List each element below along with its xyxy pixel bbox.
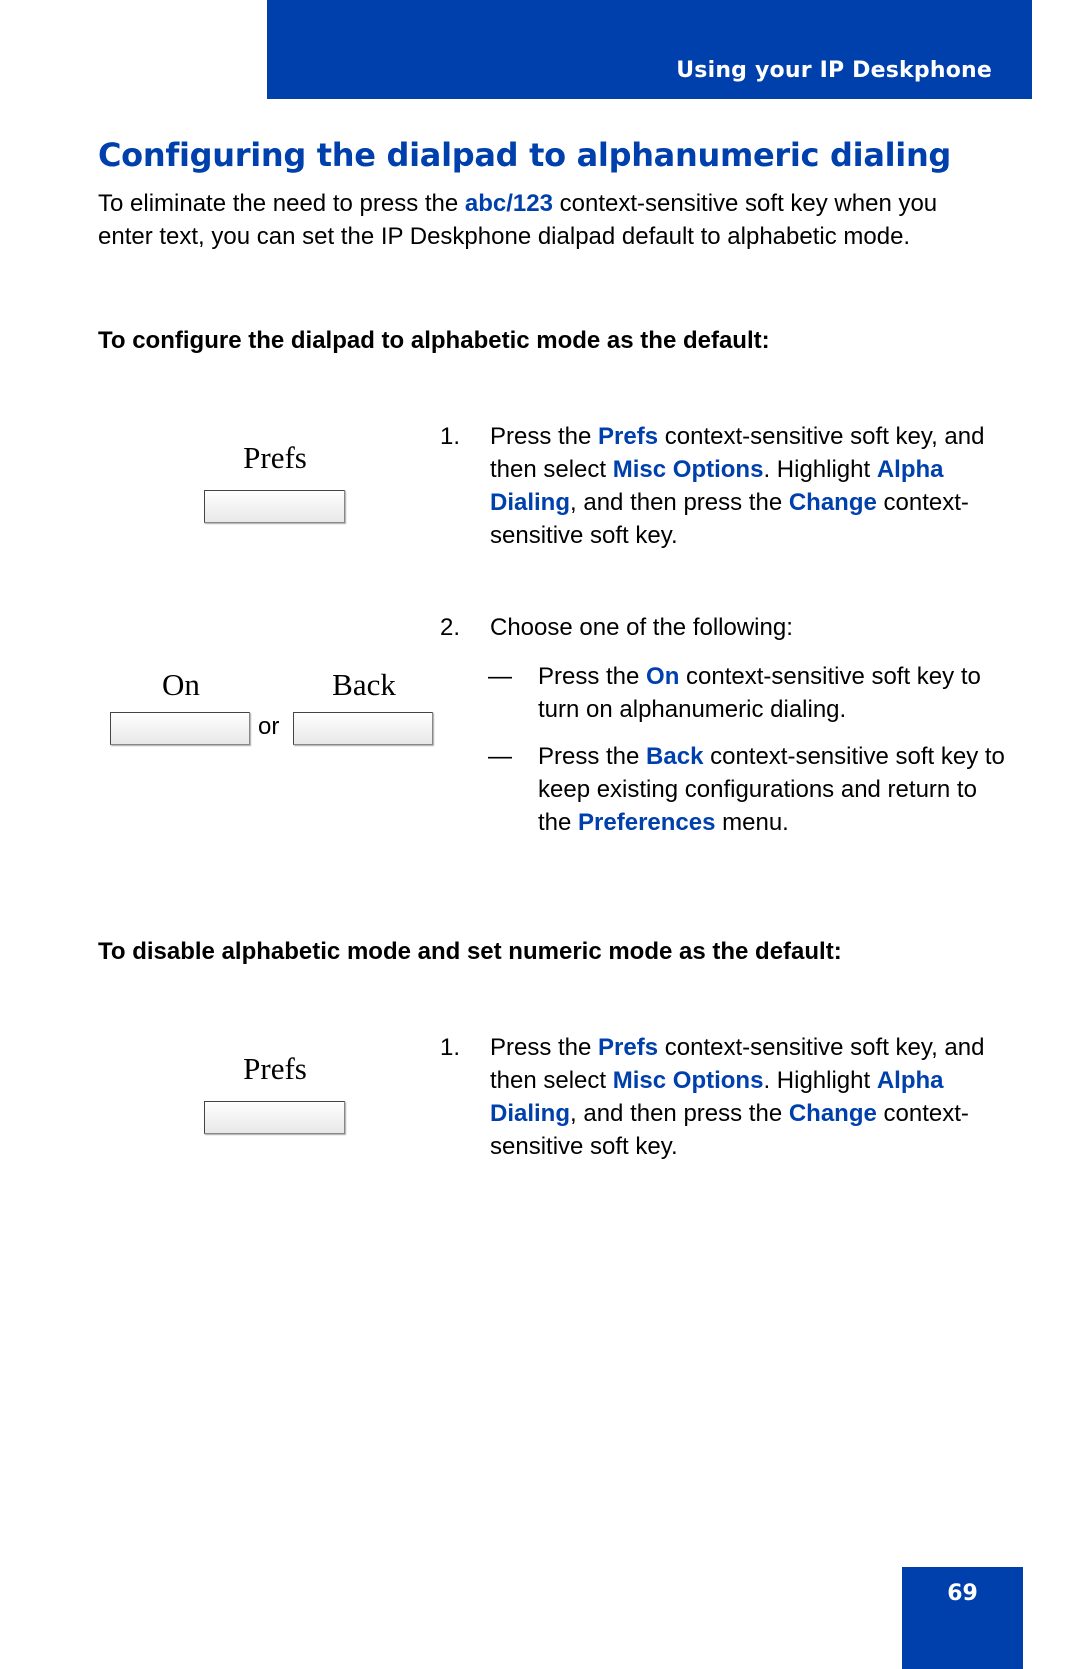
softkey-reference-abc123: abc/123 xyxy=(464,190,553,217)
step-1: 1. Press the Prefs context-sensitive sof… xyxy=(440,1031,1000,1171)
on-softkey[interactable] xyxy=(110,712,250,745)
page-number: 69 xyxy=(947,1581,978,1606)
softkey-reference-prefs: Prefs xyxy=(598,423,659,450)
step-number: 1. xyxy=(440,423,461,450)
softkey-label-on: On xyxy=(162,667,200,702)
softkey-reference-change: Change xyxy=(788,1100,877,1127)
option-on: — Press the On context-sensitive soft ke… xyxy=(488,660,1008,730)
menu-reference-misc-options: Misc Options xyxy=(612,456,764,483)
softkey-label-prefs: Prefs xyxy=(243,440,307,475)
step-number: 1. xyxy=(440,1034,461,1061)
back-softkey[interactable] xyxy=(293,712,433,745)
intro-paragraph: To eliminate the need to press the abc/1… xyxy=(98,187,958,253)
softkey-reference-back: Back xyxy=(646,743,704,770)
softkey-reference-prefs: Prefs xyxy=(598,1034,659,1061)
menu-reference-preferences: Preferences xyxy=(578,809,716,836)
option-back: — Press the Back context-sensitive soft … xyxy=(488,740,1008,875)
intro-text: To eliminate the need to press the xyxy=(98,190,465,217)
procedure-heading-disable: To disable alphabetic mode and set numer… xyxy=(98,938,842,965)
menu-reference-misc-options: Misc Options xyxy=(612,1067,764,1094)
step-2: 2. Choose one of the following: xyxy=(440,611,1000,645)
softkey-label-back: Back xyxy=(332,667,396,702)
dash-bullet: — xyxy=(488,663,512,690)
section-title: Using your IP Deskphone xyxy=(676,58,992,83)
step-text: Press the Prefs context-sensitive soft k… xyxy=(490,423,985,549)
softkey-reference-change: Change xyxy=(788,489,877,516)
option-text: Press the On context-sensitive soft key … xyxy=(538,663,981,723)
page-number-box: 69 xyxy=(902,1567,1023,1669)
dash-bullet: — xyxy=(488,743,512,770)
softkey-label-prefs: Prefs xyxy=(243,1051,307,1086)
step-text: Press the Prefs context-sensitive soft k… xyxy=(490,1034,985,1160)
prefs-softkey[interactable] xyxy=(204,1101,345,1134)
or-label: or xyxy=(258,713,280,740)
option-text: Press the Back context-sensitive soft ke… xyxy=(538,743,1005,836)
softkey-reference-on: On xyxy=(646,663,680,690)
procedure-heading-enable: To configure the dialpad to alphabetic m… xyxy=(98,327,770,354)
header-banner: Using your IP Deskphone xyxy=(267,0,1032,99)
step-text: Choose one of the following: xyxy=(490,614,793,641)
prefs-softkey[interactable] xyxy=(204,490,345,523)
page-title: Configuring the dialpad to alphanumeric … xyxy=(98,136,952,174)
step-1: 1. Press the Prefs context-sensitive sof… xyxy=(440,420,1000,560)
step-number: 2. xyxy=(440,614,461,641)
